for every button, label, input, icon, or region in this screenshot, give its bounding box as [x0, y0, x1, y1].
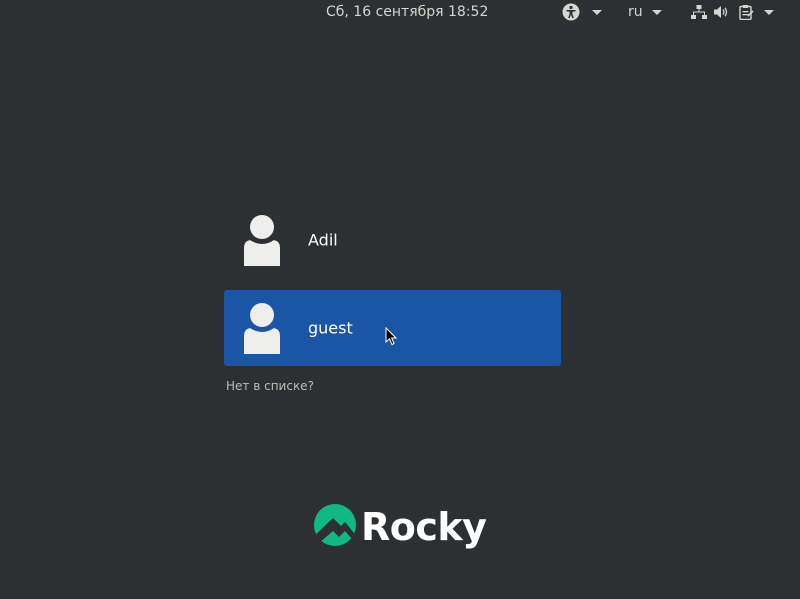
avatar-icon — [242, 214, 282, 266]
login-screen: Сб, 16 сентября 18:52 ru Adil guest Нет … — [0, 0, 800, 599]
user-name-label: Adil — [308, 230, 338, 250]
clock-label[interactable]: Сб, 16 сентября 18:52 — [326, 4, 488, 20]
chevron-down-icon — [651, 9, 662, 15]
avatar-icon — [242, 302, 282, 354]
language-label: ru — [628, 4, 643, 20]
top-bar: Сб, 16 сентября 18:52 ru — [0, 0, 800, 25]
chevron-down-icon — [764, 9, 774, 15]
rocky-logo-icon — [313, 503, 357, 551]
volume-icon — [713, 4, 729, 20]
rocky-logo-text: Rocky — [361, 505, 487, 549]
accessibility-icon — [562, 3, 580, 21]
mouse-cursor-icon — [385, 326, 398, 346]
accessibility-menu[interactable] — [562, 3, 602, 21]
not-listed-link[interactable]: Нет в списке? — [226, 379, 314, 393]
language-menu[interactable]: ru — [628, 3, 662, 21]
network-wired-icon — [691, 4, 707, 20]
system-menu[interactable] — [691, 3, 774, 21]
clipboard-icon — [738, 4, 754, 20]
rocky-logo: Rocky — [313, 503, 487, 551]
user-name-label: guest — [308, 318, 353, 338]
user-list-item-adil[interactable]: Adil — [224, 202, 561, 278]
chevron-down-icon — [592, 9, 602, 15]
